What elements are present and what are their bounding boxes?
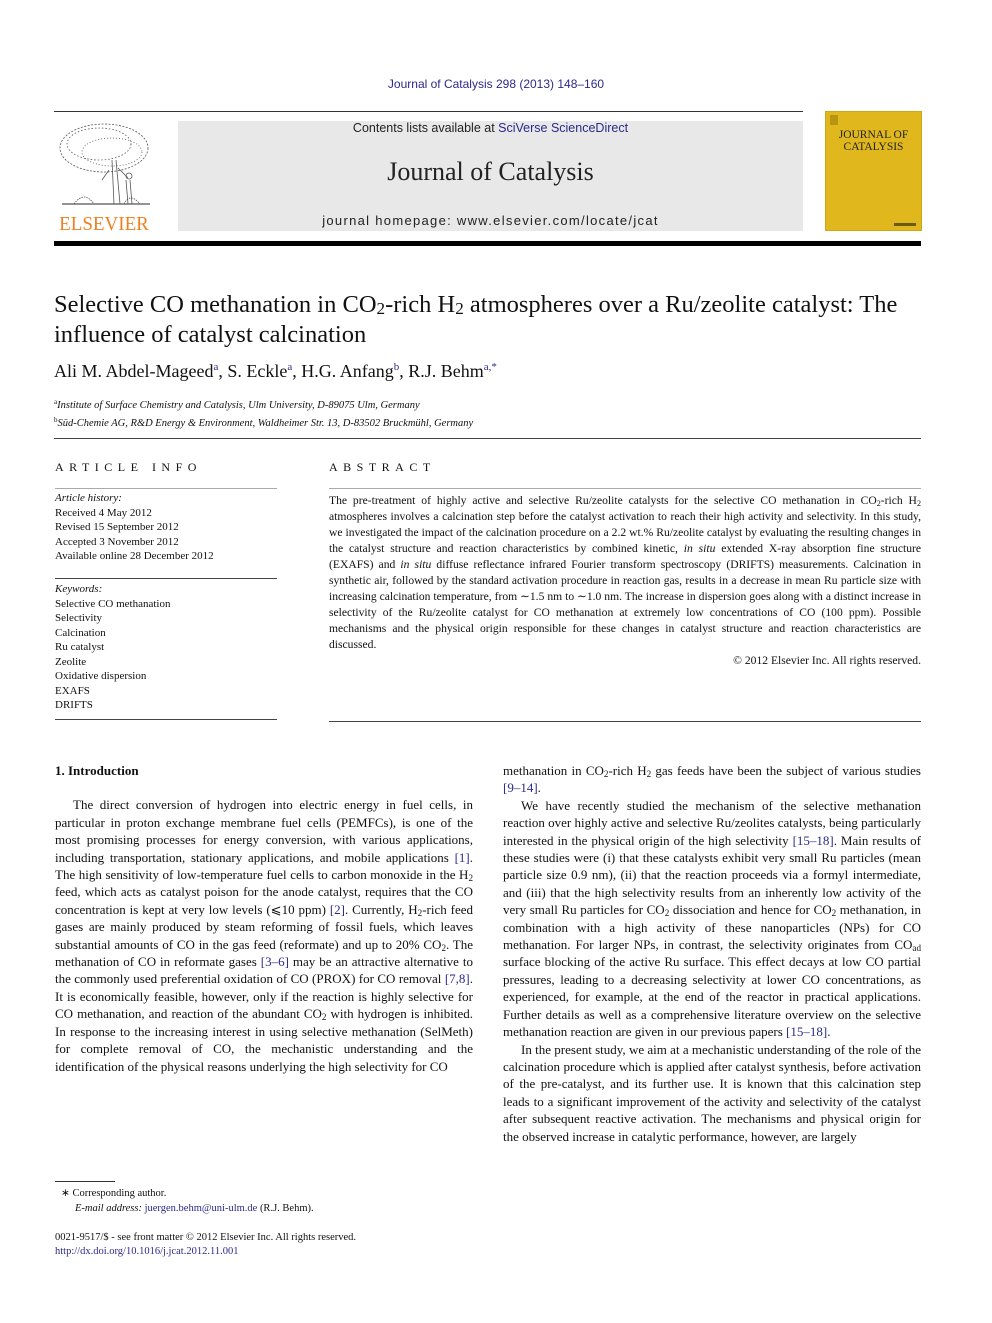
- history-item: Accepted 3 November 2012: [55, 535, 179, 548]
- sciencedirect-link[interactable]: SciVerse ScienceDirect: [498, 121, 628, 135]
- keyword-item: Selectivity: [55, 612, 103, 624]
- abstract-rule: [329, 721, 921, 722]
- keyword-item: Calcination: [55, 626, 106, 639]
- author: R.J. Behm: [408, 361, 484, 381]
- abstract-rule: [329, 488, 921, 489]
- article-info-heading: ARTICLE INFO: [55, 460, 202, 474]
- cover-footer-mark: [894, 223, 916, 226]
- info-rule: [55, 578, 277, 579]
- affiliations: aInstitute of Surface Chemistry and Cata…: [54, 395, 473, 431]
- journal-banner: Contents lists available at SciVerse Sci…: [178, 121, 803, 231]
- paragraph-continued: methanation in CO2-rich H2 gas feeds hav…: [503, 763, 921, 796]
- history-item: Received 4 May 2012: [55, 506, 152, 519]
- asterisk-icon: ∗: [61, 1188, 73, 1199]
- author: S. Eckle: [227, 361, 288, 381]
- affiliation-marker[interactable]: a,*: [484, 361, 497, 373]
- doi-link[interactable]: http://dx.doi.org/10.1016/j.jcat.2012.11…: [55, 1246, 238, 1257]
- paragraph: In the present study, we aim at a mechan…: [503, 1041, 921, 1144]
- title-separator: [54, 438, 921, 439]
- keyword-item: Oxidative dispersion: [55, 670, 147, 682]
- paragraph: We have recently studied the mechanism o…: [503, 797, 922, 1040]
- author: Ali M. Abdel-Mageed: [54, 361, 214, 381]
- issn-info: 0021-9517/$ - see front matter © 2012 El…: [55, 1232, 357, 1257]
- contents-availability: Contents lists available at SciVerse Sci…: [352, 121, 629, 135]
- reference-link[interactable]: [3–6]: [261, 954, 289, 969]
- reference-link[interactable]: [15–18]: [793, 833, 834, 848]
- elsevier-logo[interactable]: ELSEVIER: [54, 120, 154, 235]
- corresponding-author-footnote: ∗ Corresponding author. E-mail address: …: [61, 1188, 314, 1214]
- history-item: Revised 15 September 2012: [55, 521, 179, 533]
- reference-link[interactable]: [1]: [455, 850, 470, 865]
- keyword-item: Selective CO methanation: [55, 597, 171, 610]
- email-link[interactable]: juergen.behm@uni-ulm.de: [145, 1203, 258, 1214]
- header-thick-rule: [54, 241, 921, 246]
- author-list: Ali M. Abdel-Mageeda, S. Ecklea, H.G. An…: [54, 361, 497, 381]
- affiliation-item: aInstitute of Surface Chemistry and Cata…: [54, 398, 420, 411]
- affiliation-marker[interactable]: a: [213, 361, 218, 373]
- history-item: Available online 28 December 2012: [55, 550, 214, 562]
- reference-link[interactable]: [9–14]: [503, 780, 538, 795]
- journal-cover[interactable]: JOURNAL OF CATALYSIS: [826, 112, 921, 230]
- affiliation-marker[interactable]: b: [394, 361, 400, 373]
- abstract-heading: ABSTRACT: [329, 460, 436, 474]
- elsevier-tree-icon: [59, 123, 150, 205]
- body-column-right: methanation in CO2-rich H2 gas feeds hav…: [503, 762, 921, 1145]
- author: H.G. Anfang: [301, 361, 394, 381]
- cover-publisher-icon: [830, 115, 838, 125]
- paragraph: The direct conversion of hydrogen into e…: [55, 797, 474, 1074]
- journal-homepage[interactable]: journal homepage: www.elsevier.com/locat…: [178, 213, 803, 228]
- header-rule: [54, 111, 803, 112]
- body-column-left: 1. Introduction The direct conversion of…: [55, 762, 473, 1075]
- cover-title: JOURNAL OF CATALYSIS: [838, 129, 909, 153]
- info-rule: [55, 488, 277, 489]
- reference-link[interactable]: [7,8]: [445, 971, 470, 986]
- footnote-rule: [55, 1181, 115, 1182]
- copyright: © 2012 Elsevier Inc. All rights reserved…: [733, 654, 921, 667]
- keywords: Keywords: Selective CO methanation Selec…: [55, 582, 277, 713]
- article-history: Article history: Received 4 May 2012 Rev…: [55, 491, 277, 564]
- section-heading: 1. Introduction: [55, 763, 139, 778]
- abstract-text: The pre-treatment of highly active and s…: [329, 494, 922, 667]
- reference-link[interactable]: [15–18]: [786, 1024, 827, 1039]
- keyword-item: EXAFS: [55, 684, 90, 697]
- keyword-item: Ru catalyst: [55, 641, 105, 653]
- reference-link[interactable]: [2]: [330, 902, 345, 917]
- affiliation-item: bSüd-Chemie AG, R&D Energy & Environment…: [54, 416, 474, 429]
- journal-citation[interactable]: Journal of Catalysis 298 (2013) 148–160: [0, 77, 992, 91]
- article-title: Selective CO methanation in CO2-rich H2 …: [54, 291, 898, 348]
- keyword-item: DRIFTS: [55, 699, 93, 711]
- keyword-item: Zeolite: [55, 655, 87, 668]
- journal-title: Journal of Catalysis: [387, 157, 594, 186]
- info-rule: [55, 719, 277, 720]
- affiliation-marker[interactable]: a: [287, 361, 292, 373]
- elsevier-wordmark: ELSEVIER: [59, 213, 149, 235]
